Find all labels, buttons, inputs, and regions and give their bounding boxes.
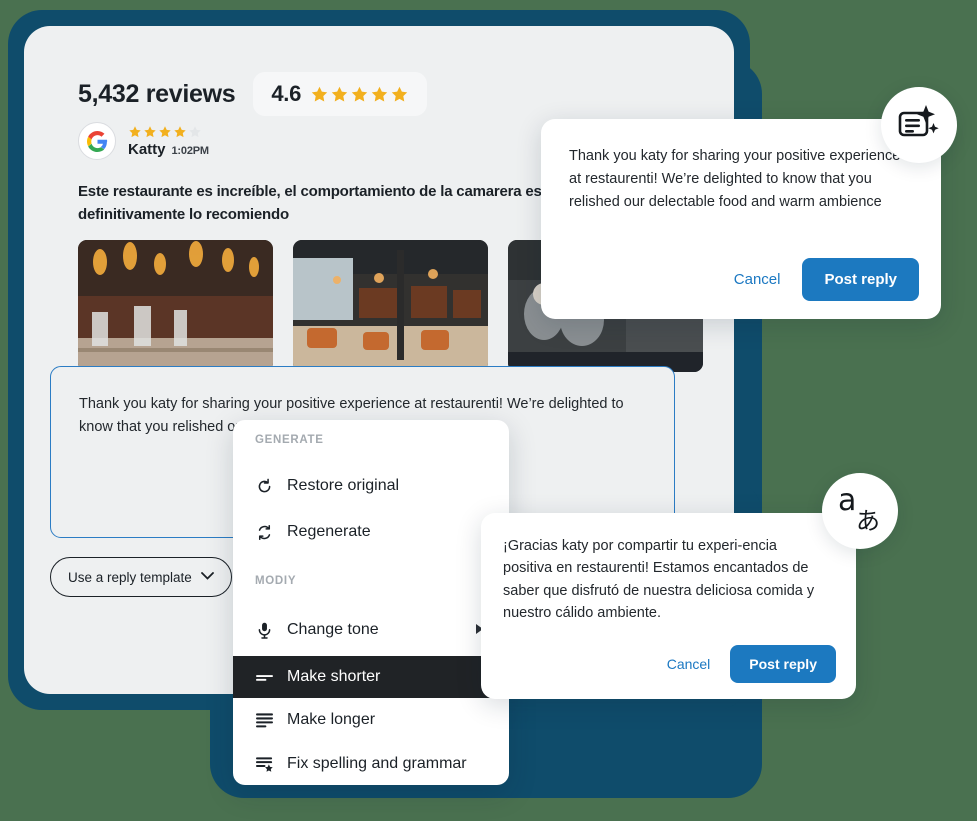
- reviewer-name: Katty: [128, 140, 166, 158]
- microphone-icon: [255, 622, 274, 639]
- menu-item-label: Change tone: [287, 621, 379, 638]
- english-reply-text: Thank you katy for sharing your positive…: [569, 148, 901, 210]
- menu-item-make-longer[interactable]: Make longer: [233, 702, 509, 738]
- rating-value: 4.6: [271, 81, 302, 106]
- menu-item-restore-original[interactable]: Restore original: [233, 468, 509, 504]
- star-icon: [159, 125, 171, 137]
- ai-actions-context-menu: GENERATE Restore original Regenerate MOD…: [233, 420, 509, 785]
- star-icon: [371, 86, 388, 101]
- use-reply-template-button[interactable]: Use a reply template: [50, 557, 232, 597]
- post-reply-button[interactable]: Post reply: [730, 645, 836, 683]
- cancel-button[interactable]: Cancel: [734, 271, 781, 288]
- reviewer-row: Katty 1:02PM: [78, 122, 209, 160]
- english-reply-popup: Thank you katy for sharing your positive…: [541, 119, 941, 319]
- make-shorter-icon: [255, 670, 274, 684]
- use-reply-template-label: Use a reply template: [68, 569, 192, 585]
- menu-item-label: Make shorter: [287, 668, 381, 685]
- star-icon: [351, 86, 368, 101]
- spanish-translation-text: ¡Gracias katy por compartir tu experi‑en…: [503, 538, 815, 622]
- star-icon: [174, 125, 186, 137]
- menu-section-modify: MODIY: [255, 575, 297, 587]
- menu-item-label: Restore original: [287, 477, 400, 494]
- translate-icon[interactable]: a あ: [822, 473, 898, 549]
- star-icon: [144, 125, 156, 137]
- star-icon: [189, 125, 201, 137]
- reviewer-meta: Katty 1:02PM: [128, 125, 209, 158]
- menu-item-label: Make longer: [287, 711, 376, 728]
- menu-item-change-tone[interactable]: Change tone: [233, 612, 509, 648]
- reviewer-stars: [128, 125, 209, 139]
- review-photo[interactable]: [293, 240, 488, 372]
- google-icon: [78, 122, 116, 160]
- make-longer-icon: [255, 712, 274, 728]
- restore-icon: [255, 478, 274, 495]
- menu-item-label: Regenerate: [287, 523, 371, 540]
- ai-generate-icon[interactable]: [881, 87, 957, 163]
- screenshot-root: 5,432 reviews 4.6 Katty 1:02PM Este rest…: [0, 0, 977, 821]
- post-reply-button[interactable]: Post reply: [802, 258, 919, 301]
- spanish-translation-popup: ¡Gracias katy por compartir tu experi‑en…: [481, 513, 856, 699]
- reviewer-line: Katty 1:02PM: [128, 141, 209, 158]
- rating-badge: 4.6: [253, 72, 428, 116]
- star-icon: [129, 125, 141, 137]
- translate-japanese-glyph: あ: [856, 507, 880, 535]
- star-icon: [391, 86, 408, 101]
- star-icon: [331, 86, 348, 101]
- rating-stars: [310, 85, 409, 104]
- regenerate-icon: [255, 524, 274, 541]
- reviews-count: 5,432 reviews: [78, 79, 236, 108]
- menu-item-fix-spelling[interactable]: Fix spelling and grammar: [233, 746, 509, 782]
- star-icon: [311, 86, 328, 101]
- spanish-popup-actions: Cancel Post reply: [667, 645, 836, 683]
- spellcheck-icon: [255, 756, 274, 772]
- review-photo[interactable]: [78, 240, 273, 372]
- chevron-down-icon: [200, 571, 214, 583]
- cancel-button[interactable]: Cancel: [667, 656, 711, 672]
- menu-item-label: Fix spelling and grammar: [287, 755, 467, 772]
- reviewer-timestamp: 1:02PM: [171, 144, 210, 157]
- menu-section-generate: GENERATE: [255, 434, 324, 446]
- english-popup-actions: Cancel Post reply: [734, 258, 919, 301]
- translate-latin-glyph: a: [838, 483, 857, 518]
- menu-item-make-shorter[interactable]: Make shorter: [233, 656, 509, 698]
- menu-item-regenerate[interactable]: Regenerate: [233, 514, 509, 550]
- review-header: 5,432 reviews 4.6: [78, 72, 428, 116]
